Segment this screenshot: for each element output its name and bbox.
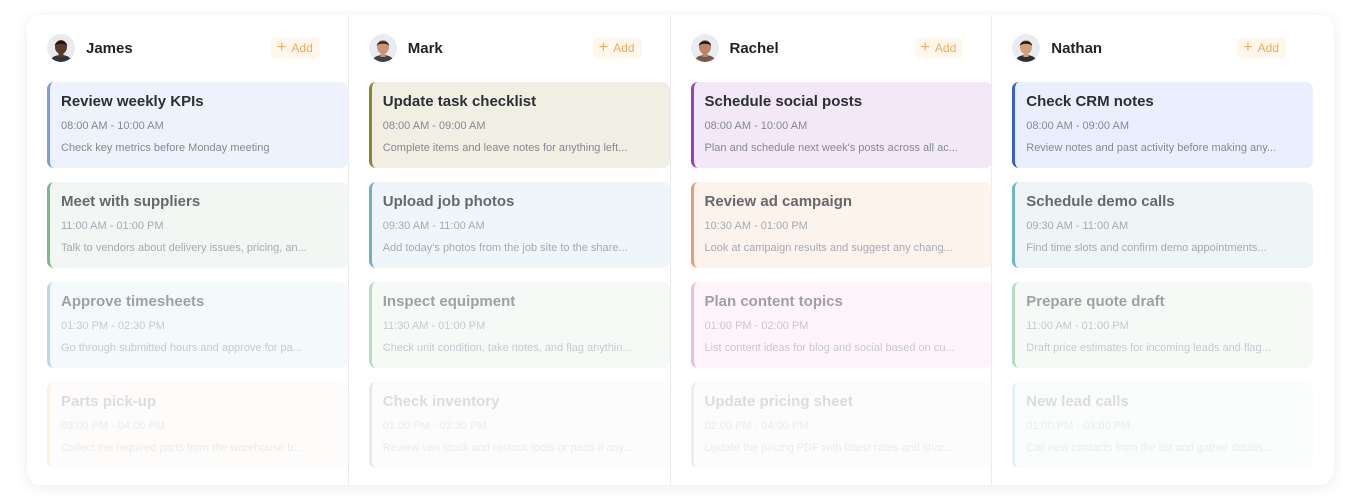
person-column: Rachel + Add Schedule social posts 08:00… (671, 15, 993, 485)
task-card[interactable]: Schedule demo calls 09:30 AM - 11:00 AM … (1012, 182, 1314, 268)
task-card[interactable]: Update pricing sheet 02:00 PM - 04:00 PM… (690, 382, 992, 468)
task-title: Approve timesheets (61, 293, 205, 310)
column-header: Nathan + Add (1012, 32, 1294, 64)
task-time: 08:00 AM - 10:00 AM (61, 120, 164, 132)
task-title: Upload job photos (382, 193, 515, 210)
task-time: 11:00 AM - 01:00 PM (61, 220, 164, 232)
task-card[interactable]: Check CRM notes 08:00 AM - 09:00 AM Revi… (1012, 82, 1314, 168)
task-description: Complete items and leave notes for anyth… (382, 142, 628, 154)
person-column: James + Add Review weekly KPIs 08:00 AM … (27, 15, 349, 485)
task-title: Review weekly KPIs (61, 93, 204, 110)
task-description: Find time slots and confirm demo appoint… (1026, 242, 1267, 254)
task-description: Update the pricing PDF with latest rates… (704, 442, 953, 454)
task-time: 02:00 PM - 04:00 PM (704, 420, 809, 432)
plus-icon: + (598, 39, 609, 56)
task-title: Meet with suppliers (61, 193, 201, 210)
task-description: Look at campaign results and suggest any… (704, 242, 953, 254)
task-card[interactable]: New lead calls 01:00 PM - 03:00 PM Call … (1012, 382, 1314, 468)
task-time: 01:00 PM - 02:00 PM (704, 320, 809, 332)
task-list: Check CRM notes 08:00 AM - 09:00 AM Revi… (1012, 82, 1314, 468)
task-card[interactable]: Approve timesheets 01:30 PM - 02:30 PM G… (47, 282, 348, 368)
person-column: Mark + Add Update task checklist 08:00 A… (349, 15, 671, 485)
task-list: Update task checklist 08:00 AM - 09:00 A… (368, 82, 670, 468)
task-description: List content ideas for blog and social b… (704, 342, 955, 354)
task-card[interactable]: Review ad campaign 10:30 AM - 01:00 PM L… (690, 182, 992, 268)
task-description: Review notes and past activity before ma… (1026, 142, 1277, 154)
add-label: Add (1257, 41, 1279, 55)
person-name: Nathan (1051, 39, 1103, 57)
column-header: Mark + Add (368, 32, 650, 64)
task-time: 08:00 AM - 09:00 AM (1026, 120, 1129, 132)
task-time: 10:30 AM - 01:00 PM (704, 220, 808, 232)
task-description: Add today's photos from the job site to … (382, 242, 628, 254)
task-card[interactable]: Update task checklist 08:00 AM - 09:00 A… (368, 82, 670, 168)
task-title: Schedule social posts (704, 93, 863, 110)
task-card[interactable]: Inspect equipment 11:30 AM - 01:00 PM Ch… (368, 282, 670, 368)
person-name: Mark (407, 39, 443, 57)
task-card[interactable]: Meet with suppliers 11:00 AM - 01:00 PM … (47, 182, 348, 268)
task-time: 08:00 AM - 09:00 AM (382, 120, 486, 132)
task-time: 11:30 AM - 01:00 PM (382, 320, 486, 332)
task-description: Talk to vendors about delivery issues, p… (61, 242, 307, 254)
task-time: 09:30 AM - 11:00 AM (382, 220, 485, 232)
task-title: New lead calls (1026, 393, 1129, 410)
column-header: Rachel + Add (690, 32, 972, 64)
task-description: Check unit condition, take notes, and fl… (382, 342, 632, 354)
task-title: Schedule demo calls (1026, 193, 1175, 210)
task-title: Check inventory (382, 393, 500, 410)
avatar[interactable] (1012, 34, 1041, 62)
plus-icon: + (920, 39, 930, 56)
task-title: Parts pick-up (61, 393, 157, 410)
avatar[interactable] (690, 34, 719, 62)
person-name: Rachel (729, 39, 779, 57)
task-list: Review weekly KPIs 08:00 AM - 10:00 AM C… (47, 82, 348, 468)
add-label: Add (291, 41, 313, 55)
add-task-button[interactable]: + Add (592, 37, 642, 59)
task-card[interactable]: Schedule social posts 08:00 AM - 10:00 A… (690, 82, 992, 168)
task-card[interactable]: Upload job photos 09:30 AM - 11:00 AM Ad… (368, 182, 670, 268)
task-title: Plan content topics (704, 293, 843, 310)
avatar[interactable] (368, 34, 397, 62)
task-description: Draft price estimates for incoming leads… (1026, 342, 1271, 354)
task-card[interactable]: Plan content topics 01:00 PM - 02:00 PM … (690, 282, 992, 368)
task-description: Plan and schedule next week's posts acro… (704, 142, 958, 154)
plus-icon: + (1243, 39, 1253, 56)
task-description: Check key metrics before Monday meeting (61, 142, 270, 154)
task-list: Schedule social posts 08:00 AM - 10:00 A… (690, 82, 992, 468)
person-name: James (86, 39, 133, 57)
add-task-button[interactable]: + Add (271, 37, 320, 59)
task-title: Inspect equipment (382, 293, 516, 310)
task-description: Call new contacts from the list and gath… (1026, 442, 1273, 454)
column-header: James + Add (47, 32, 328, 64)
schedule-board: James + Add Review weekly KPIs 08:00 AM … (27, 15, 1334, 485)
task-title: Update pricing sheet (704, 393, 853, 410)
task-time: 01:00 PM - 02:30 PM (382, 420, 487, 432)
plus-icon: + (277, 39, 287, 56)
task-description: Collect the required parts from the ware… (61, 442, 303, 454)
task-title: Review ad campaign (704, 193, 853, 210)
add-task-button[interactable]: + Add (914, 37, 964, 59)
task-time: 08:00 AM - 10:00 AM (704, 120, 808, 132)
task-card[interactable]: Prepare quote draft 11:00 AM - 01:00 PM … (1012, 282, 1314, 368)
person-column: Nathan + Add Check CRM notes 08:00 AM - … (992, 15, 1314, 485)
task-time: 09:30 AM - 11:00 AM (1026, 220, 1129, 232)
task-card[interactable]: Review weekly KPIs 08:00 AM - 10:00 AM C… (47, 82, 348, 168)
task-description: Go through submitted hours and approve f… (61, 342, 302, 354)
task-description: Review van stock and restock tools or pa… (382, 442, 633, 454)
task-time: 11:00 AM - 01:00 PM (1026, 320, 1129, 332)
task-time: 01:00 PM - 03:00 PM (1026, 420, 1131, 432)
add-label: Add (613, 41, 635, 55)
task-card[interactable]: Check inventory 01:00 PM - 02:30 PM Revi… (368, 382, 670, 468)
add-task-button[interactable]: + Add (1237, 37, 1286, 59)
task-title: Update task checklist (382, 93, 537, 110)
task-time: 01:30 PM - 02:30 PM (61, 320, 165, 332)
task-title: Check CRM notes (1026, 93, 1154, 110)
avatar[interactable] (47, 34, 75, 62)
task-title: Prepare quote draft (1026, 293, 1165, 310)
task-time: 03:00 PM - 04:00 PM (61, 420, 165, 432)
task-card[interactable]: Parts pick-up 03:00 PM - 04:00 PM Collec… (47, 382, 348, 468)
add-label: Add (934, 41, 957, 55)
